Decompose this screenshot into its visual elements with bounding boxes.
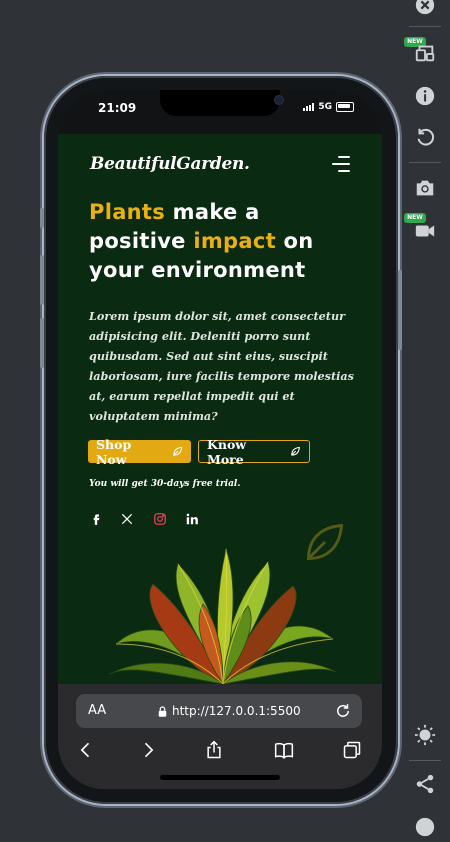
forward-icon[interactable] xyxy=(138,740,158,760)
status-bar: 21:09 5G xyxy=(58,90,382,134)
url-text: http://127.0.0.1:5500 xyxy=(172,704,301,718)
browser-toolbar: AA http://127.0.0.1:5500 xyxy=(58,684,382,789)
know-more-label: Know More xyxy=(207,436,247,467)
battery-icon xyxy=(336,102,354,112)
know-more-button[interactable]: Know More xyxy=(198,437,310,467)
hamburger-menu-icon[interactable] xyxy=(328,156,350,174)
share-icon[interactable] xyxy=(204,740,224,760)
title-accent-impact: impact xyxy=(193,229,276,253)
title-accent-plants: Plants xyxy=(89,200,166,224)
instagram-icon[interactable] xyxy=(153,512,167,526)
status-time: 21:09 xyxy=(98,101,137,115)
camera-icon[interactable] xyxy=(410,173,440,203)
brightness-icon[interactable] xyxy=(410,720,440,750)
reload-icon[interactable] xyxy=(334,702,352,720)
mute-switch xyxy=(40,208,44,228)
front-camera xyxy=(275,96,283,104)
lock-icon xyxy=(158,705,167,717)
device-toolbar: NEW NEW xyxy=(400,0,450,837)
close-icon[interactable] xyxy=(410,0,440,20)
url-display[interactable]: http://127.0.0.1:5500 xyxy=(158,704,301,718)
status-indicators: 5G xyxy=(303,102,354,112)
info-icon[interactable] xyxy=(410,81,440,111)
power-button xyxy=(398,270,402,350)
help-icon[interactable] xyxy=(410,812,440,842)
device-frame-icon[interactable] xyxy=(410,38,440,68)
volume-up-button xyxy=(40,255,44,305)
x-icon[interactable] xyxy=(120,512,134,526)
video-camera-icon[interactable] xyxy=(410,216,440,246)
back-icon[interactable] xyxy=(76,740,96,760)
network-label: 5G xyxy=(318,102,332,112)
signal-icon xyxy=(303,103,315,111)
leaf-icon xyxy=(173,446,183,456)
tabs-icon[interactable] xyxy=(342,740,362,760)
web-page: BeautifulGarden. Plants make a positive … xyxy=(58,134,382,684)
hero-description: Lorem ipsum dolor sit, amet consectetur … xyxy=(89,309,354,423)
linkedin-icon[interactable] xyxy=(185,512,199,526)
plant-image xyxy=(109,547,337,684)
bookmarks-icon[interactable] xyxy=(274,740,294,760)
address-bar[interactable]: AA http://127.0.0.1:5500 xyxy=(76,694,362,728)
facebook-icon[interactable] xyxy=(89,512,103,526)
phone-screen: 21:09 5G BeautifulGarden. Plants make a … xyxy=(58,90,382,789)
shop-now-label: Shop Now xyxy=(96,436,132,467)
shop-now-button[interactable]: Shop Now xyxy=(88,437,191,467)
volume-down-button xyxy=(40,318,44,368)
site-logo[interactable]: BeautifulGarden. xyxy=(90,154,250,174)
notch xyxy=(160,90,283,116)
share-icon[interactable] xyxy=(410,769,440,799)
hero-title: Plants make a positive impact on your en… xyxy=(89,198,359,285)
trial-note: You will get 30-days free trial. xyxy=(89,479,241,489)
leaf-icon xyxy=(291,446,301,456)
reader-aa-button[interactable]: AA xyxy=(88,703,106,718)
rotate-icon[interactable] xyxy=(410,122,440,152)
home-indicator xyxy=(160,775,280,780)
